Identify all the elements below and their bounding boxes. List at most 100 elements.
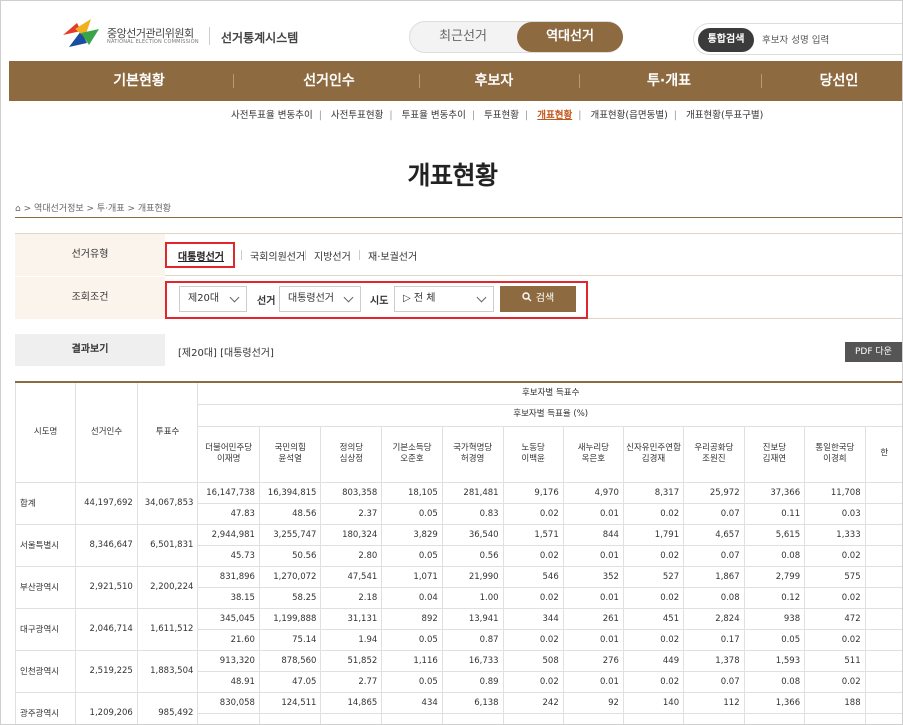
vote-rate-cell: 0.02 [502,502,564,525]
vote-count-cell: 242 [502,691,564,714]
system-title[interactable]: 선거통계시스템 [221,29,298,46]
vote-count-cell: 844 [562,523,624,546]
nav-divider [233,74,234,88]
subnav-count-by-dong[interactable]: 개표현황(읍면동별) [590,107,667,121]
vote-count-cell: 51,852 [320,649,383,672]
subnav-count-status[interactable]: 개표현황 [537,107,572,121]
vote-rate-cell: 0.03 [804,502,866,525]
nec-logo-icon[interactable] [61,17,101,51]
candidate-search-input[interactable] [762,32,892,48]
vote-count-cell: 803,358 [320,481,383,504]
col-header-candidate: 국민의힘 윤석열 [258,425,322,483]
vote-rate-cell: 2.18 [320,586,383,609]
filter-panel: 선거유형 대통령선거 국회의원선거 지방선거 재·보궐선거 조회조건 제20대 … [15,233,902,319]
vote-rate-cell: 0.17 [683,628,745,651]
electors-cell: 2,519,225 [75,649,138,693]
nav-winners[interactable]: 당선인 [789,61,889,101]
col-header-candidate: 노동당 이백윤 [502,425,564,483]
vote-rate-cell: 21.60 [197,628,260,651]
electors-cell: 2,921,510 [75,565,138,609]
vote-rate-cell [864,712,902,724]
vote-count-cell [864,565,902,588]
candidate-party: 통일한국당 [815,442,855,453]
vote-count-cell: 3,829 [381,523,443,546]
pdf-download-button[interactable]: PDF 다운 [845,342,902,362]
nav-electors[interactable]: 선거인수 [249,61,409,101]
candidate-party: 진보당 [762,442,787,453]
nav-basic-status[interactable]: 기본현황 [69,61,209,101]
table-row: 서울특별시 8,346,647 6,501,831 2,944,981 3,255,74… [15,523,902,567]
tab-past-election[interactable]: 역대선거 [517,22,623,52]
candidate-party: 우리공화당 [694,442,734,453]
vote-rate-cell [381,712,443,724]
candidate-party: 한 [880,448,889,459]
vote-rate-cell: 0.12 [743,586,806,609]
nav-vote-count[interactable]: 투·개표 [599,61,739,101]
candidate-name: 옥은호 [581,454,606,464]
subnav-vote-status[interactable]: 투표현황 [484,107,519,121]
vote-rate-cell: 0.02 [502,544,564,567]
vote-count-cell: 281,481 [441,481,504,504]
voters-cell: 6,501,831 [136,523,199,567]
vote-rate-cell [622,712,685,724]
integrated-search-button[interactable]: 통합검색 [698,28,754,52]
vote-rate-cell: 0.08 [743,670,806,693]
candidate-party: 국가혁명당 [453,442,493,453]
result-table-container[interactable]: 시도명 선거인수 투표수 후보자별 득표수 후보자별 득표율 (%) 더불어민주… [15,381,902,724]
vote-count-cell: 14,865 [320,691,383,714]
table-row: 합계 44,197,692 34,067,853 16,147,738 16,394,8… [15,481,902,525]
election-type-national-assembly[interactable]: 국회의원선거 [250,248,305,263]
nav-divider [419,74,420,88]
highlight-box [165,281,588,319]
main-nav: 기본현황 선거인수 후보자 투·개표 당선인 [9,61,902,101]
candidate-name: 오준호 [400,454,424,464]
org-name-en: NATIONAL ELECTION COMMISSION [107,39,199,45]
subnav-count-by-precinct[interactable]: 개표현황(투표구별) [686,107,763,121]
subnav-early-vote-trend[interactable]: 사전투표율 변동추이 [231,107,313,121]
query-condition-label: 조회조건 [15,277,165,319]
vote-rate-cell [804,712,866,724]
vote-count-cell: 511 [804,649,866,672]
vote-count-cell: 451 [622,607,685,630]
vote-rate-cell: 0.02 [804,544,866,567]
vote-rate-cell: 0.05 [381,544,443,567]
col-header-candidate: 한 [864,425,902,483]
vote-count-cell: 16,147,738 [197,481,260,504]
vote-count-cell: 3,255,747 [258,523,322,546]
col-header-candidate: 새누리당 옥은호 [562,425,624,483]
vote-count-cell: 5,615 [743,523,806,546]
vote-rate-cell: 0.02 [804,670,866,693]
subnav-early-vote-status[interactable]: 사전투표현황 [331,107,383,121]
candidate-name: 이경희 [823,454,847,464]
nav-candidates[interactable]: 후보자 [429,61,559,101]
vote-count-cell: 37,366 [743,481,806,504]
subnav-separator: | [389,110,393,121]
col-header-candidate: 정의당 심상정 [320,425,383,483]
vote-count-cell: 2,799 [743,565,806,588]
candidate-name: 김재연 [762,454,787,464]
vote-rate-cell: 0.01 [562,628,624,651]
vote-rate-cell: 0.04 [381,586,443,609]
vote-rate-cell [562,712,624,724]
vote-rate-cell: 0.08 [743,544,806,567]
table-header: 시도명 선거인수 투표수 후보자별 득표수 후보자별 득표율 (%) 더불어민주… [15,381,902,483]
vote-rate-cell: 0.83 [441,502,504,525]
election-type-by-election[interactable]: 재·보궐선거 [368,248,417,263]
vote-count-cell: 472 [804,607,866,630]
vote-count-cell: 112 [683,691,745,714]
voters-cell: 985,492 [136,691,199,724]
vote-rate-cell [258,712,322,724]
election-type-local[interactable]: 지방선거 [314,248,351,263]
vote-count-cell: 31,131 [320,607,383,630]
tab-recent-election[interactable]: 최근선거 [410,22,516,52]
vote-rate-cell: 0.02 [622,628,685,651]
subnav-separator: | [673,110,677,121]
result-table: 시도명 선거인수 투표수 후보자별 득표수 후보자별 득표율 (%) 더불어민주… [15,381,902,724]
candidate-party: 더불어민주당 [205,442,253,453]
vote-rate-cell: 0.01 [562,502,624,525]
electors-cell: 8,346,647 [75,523,138,567]
table-body: 합계 44,197,692 34,067,853 16,147,738 16,394,8… [15,481,902,724]
top-header: 중앙선거관리위원회 NATIONAL ELECTION COMMISSION 선… [1,1,902,61]
region-cell: 합계 [15,481,77,525]
subnav-turnout-trend[interactable]: 투표율 변동추이 [402,107,466,121]
